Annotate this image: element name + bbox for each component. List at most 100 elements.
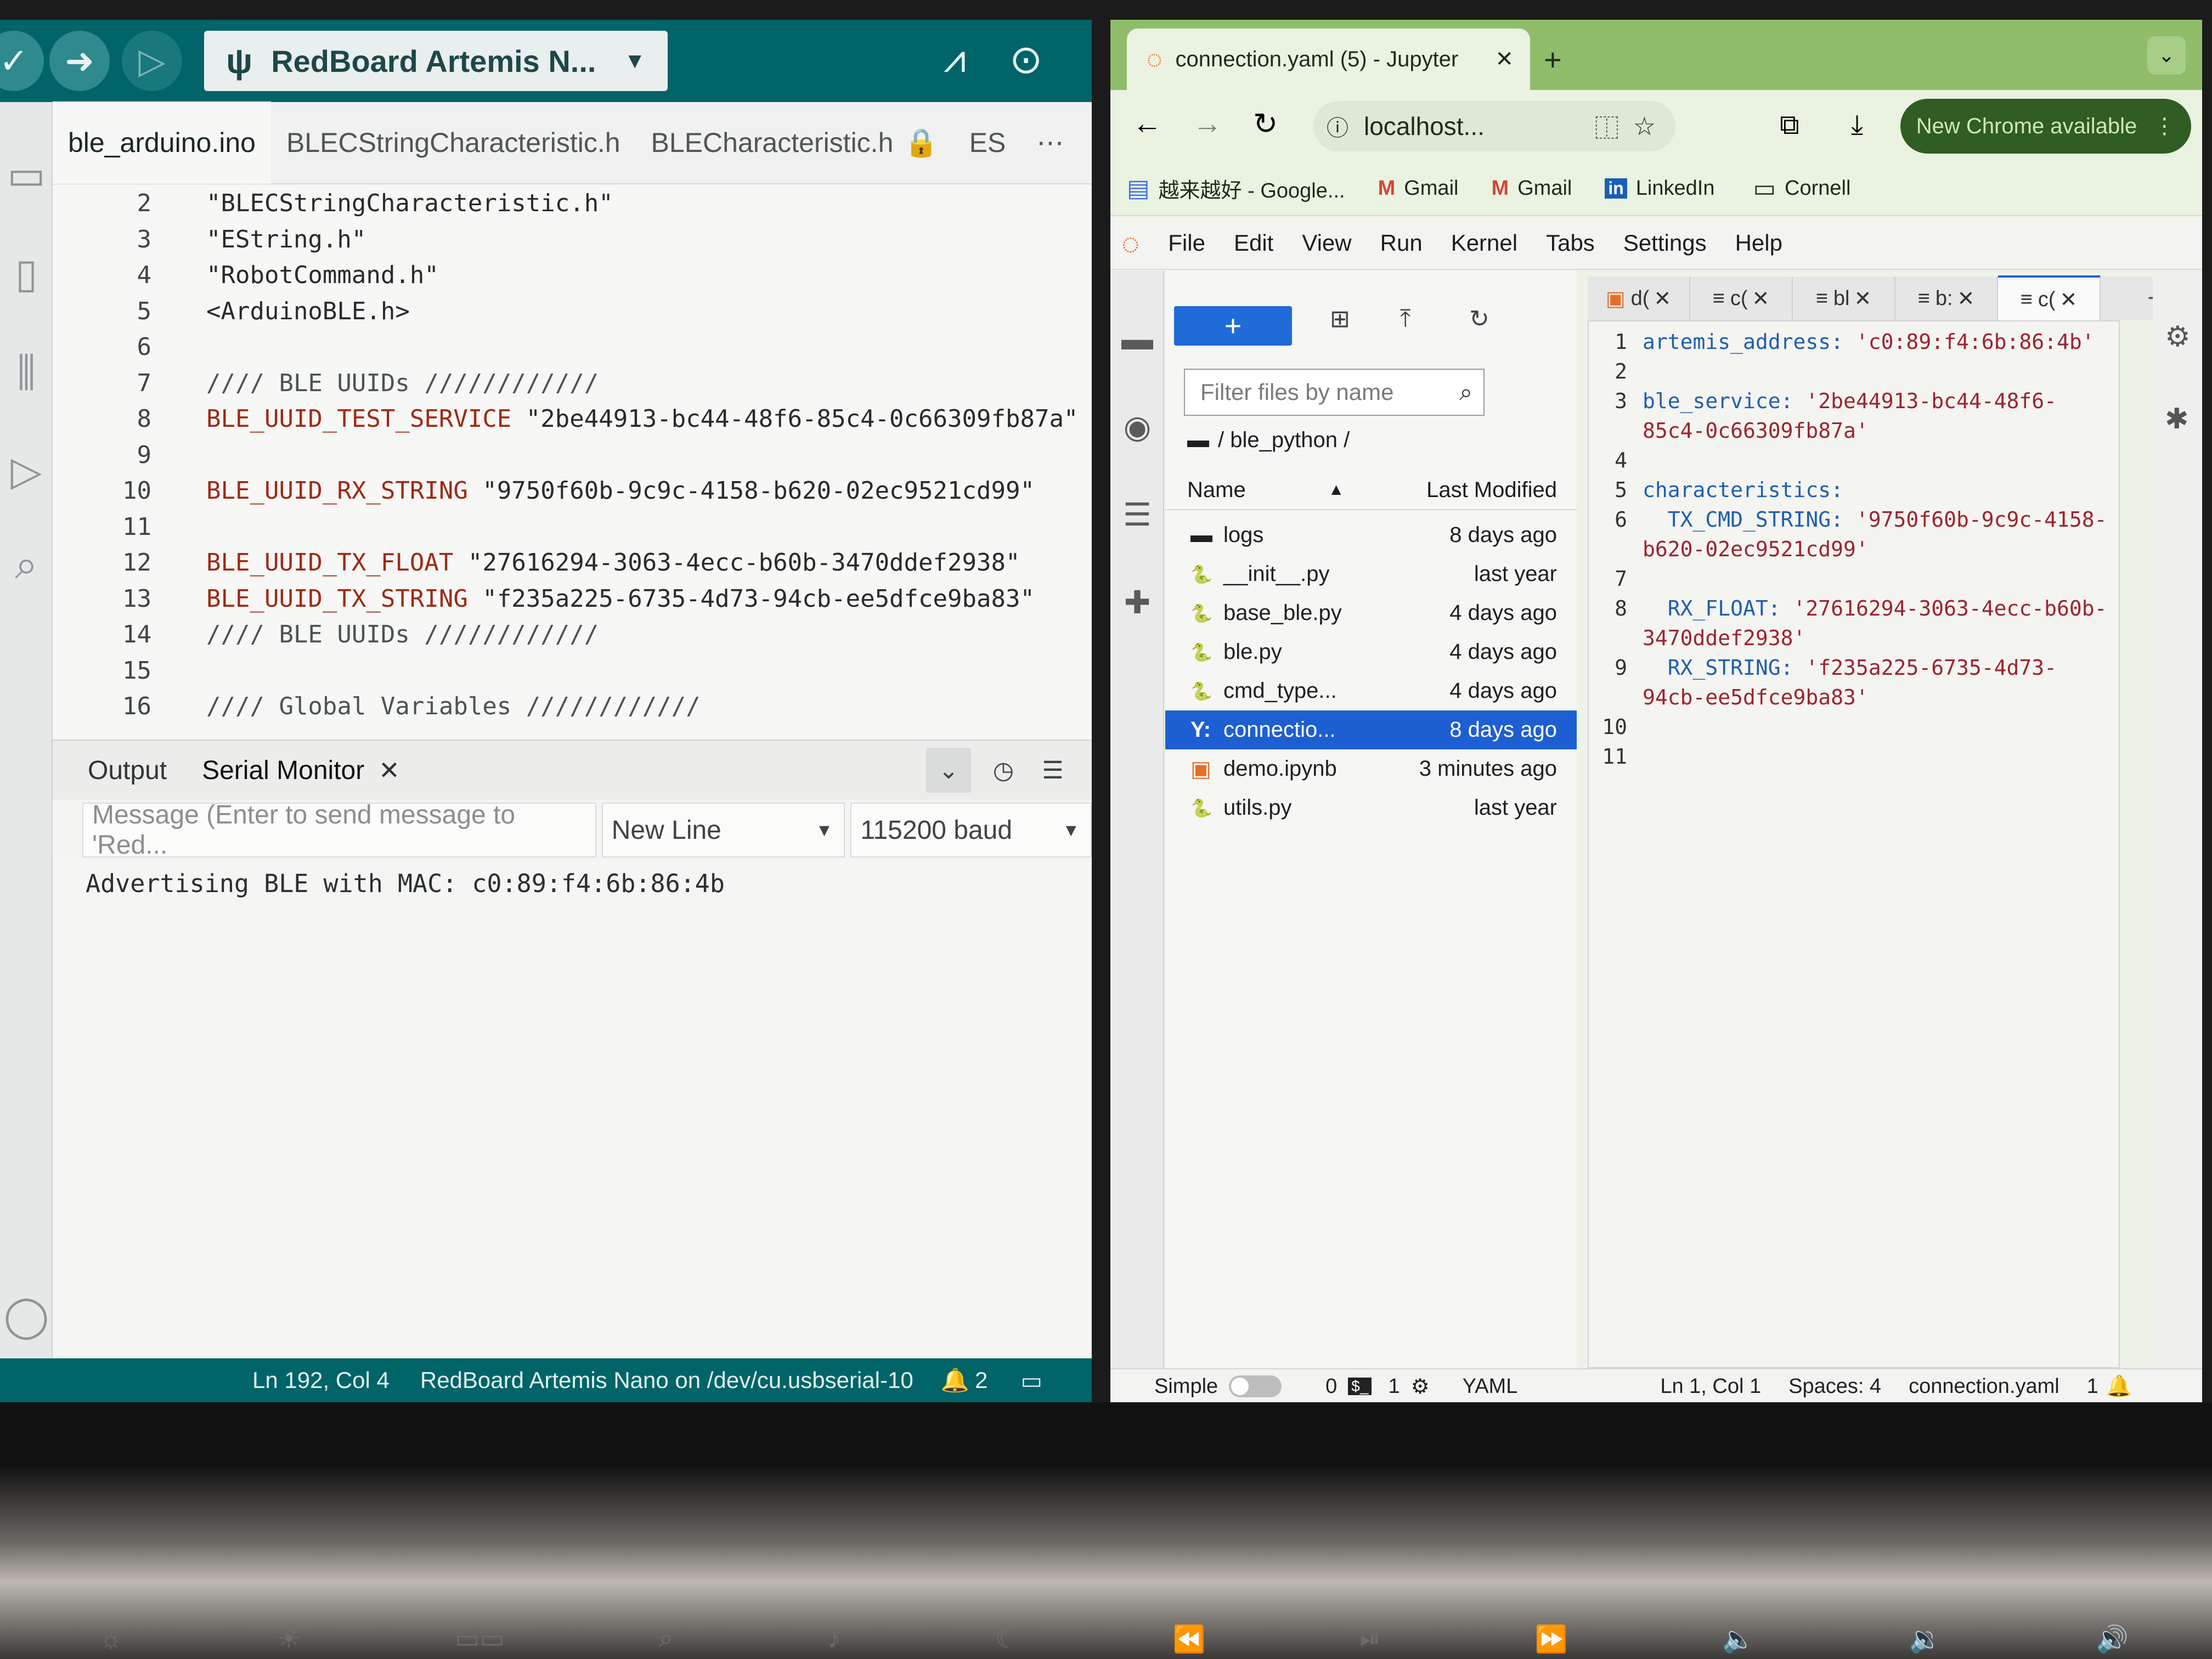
debug-button[interactable]: ▷ <box>122 31 182 91</box>
file-row[interactable]: 🐍 __init__.py last year <box>1165 555 1577 594</box>
menu-settings[interactable]: Settings <box>1623 230 1707 256</box>
yaml-editor[interactable]: 1 artemis_address: 'c0:89:f4:6b:86:4b' 2 3 b… <box>1588 320 2120 1368</box>
editor-cursor-position[interactable]: Ln 1, Col 1 <box>1660 1375 1761 1398</box>
menu-run[interactable]: Run <box>1380 230 1423 256</box>
baud-rate-select[interactable]: 115200 baud ▼ <box>850 803 1092 857</box>
indentation-setting[interactable]: Spaces: 4 <box>1788 1375 1881 1398</box>
close-icon[interactable]: ✕ <box>1654 286 1671 311</box>
library-manager-icon[interactable]: ⫼ <box>0 349 53 397</box>
debug-icon: ▷ <box>138 41 166 81</box>
code-line: 15 <box>53 653 1092 689</box>
document-tab[interactable]: ≡ c(✕ <box>1690 276 1793 320</box>
download-icon[interactable]: ⤓ <box>1851 109 1863 141</box>
file-row[interactable]: ▬ logs 8 days ago <box>1165 516 1577 555</box>
menu-kernel[interactable]: Kernel <box>1451 230 1517 256</box>
sketchbook-icon[interactable]: ▭ <box>0 151 53 199</box>
bookmark-item[interactable]: ▤ 越来越好 - Google... <box>1127 173 1345 204</box>
code-text: "RobotCommand.h" <box>157 257 439 294</box>
file-row[interactable]: 🐍 base_ble.py 4 days ago <box>1165 594 1577 633</box>
column-name[interactable]: Name <box>1187 478 1246 503</box>
more-tabs-button[interactable]: ⋯ <box>1021 101 1079 184</box>
property-inspector-icon[interactable]: ⚙ <box>2165 320 2191 353</box>
close-icon[interactable]: ✕ <box>379 755 400 785</box>
clear-output-button[interactable]: ☰ <box>1030 748 1075 793</box>
table-of-contents-icon[interactable]: ☰ <box>1110 496 1164 533</box>
serial-plotter-icon[interactable]: ⩘ <box>944 36 966 82</box>
menu-file[interactable]: File <box>1168 230 1205 256</box>
document-tab[interactable]: ≡ c(✕ <box>1998 275 2101 321</box>
menu-view[interactable]: View <box>1302 230 1351 256</box>
serial-message-input[interactable]: Message (Enter to send message to 'Red..… <box>82 800 596 860</box>
bookmark-item[interactable]: M Gmail <box>1491 177 1572 200</box>
file-row[interactable]: Y: connectio... 8 days ago <box>1165 710 1577 749</box>
line-ending-select[interactable]: New Line ▼ <box>601 803 845 857</box>
running-kernels-icon[interactable]: ◉ <box>1110 408 1164 445</box>
update-chrome-button[interactable]: New Chrome available ⋮ <box>1900 99 2191 154</box>
board-selector[interactable]: ψ RedBoard Artemis N... ▼ <box>204 31 668 91</box>
file-modified: 3 minutes ago <box>1419 757 1557 781</box>
close-icon[interactable]: ✕ <box>1752 286 1770 311</box>
debug-sidebar-icon[interactable]: ▷ <box>0 448 53 495</box>
tab-search-button[interactable]: ⌄ <box>2147 36 2186 75</box>
folder-icon[interactable]: ▬ <box>1187 428 1209 453</box>
verify-button[interactable]: ✓ <box>0 31 44 91</box>
file-browser-icon[interactable]: ▬ <box>1110 320 1164 357</box>
file-language[interactable]: YAML <box>1463 1375 1518 1398</box>
debugger-icon[interactable]: ✱ <box>2165 403 2189 436</box>
refresh-icon[interactable]: ↻ <box>1469 305 1489 333</box>
tab-estring[interactable]: ES <box>954 101 1022 184</box>
extensions-icon[interactable]: ⧉ <box>1780 109 1799 141</box>
file-row[interactable]: 🐍 ble.py 4 days ago <box>1165 633 1577 672</box>
file-row[interactable]: 🐍 cmd_type... 4 days ago <box>1165 672 1577 710</box>
forward-icon[interactable]: → <box>1193 106 1222 140</box>
menu-help[interactable]: Help <box>1735 230 1782 256</box>
file-row[interactable]: 🐍 utils.py last year <box>1165 788 1577 827</box>
tab-blecstring[interactable]: BLECStringCharacteristic.h <box>271 101 636 184</box>
reload-icon[interactable]: ↻ <box>1253 106 1278 141</box>
document-tab[interactable]: ▣ d(✕ <box>1588 276 1690 320</box>
address-bar[interactable]: ⓘ localhost... ⿰ ☆ <box>1313 101 1675 151</box>
bookmark-item[interactable]: ▭ Cornell <box>1753 174 1850 202</box>
code-line: 14 //// BLE UUIDs //////////// <box>53 617 1092 653</box>
close-icon[interactable]: ✕ <box>2060 287 2078 312</box>
upload-icon[interactable]: ⤒ <box>1400 305 1410 332</box>
tab-ble-arduino[interactable]: ble_arduino.ino <box>53 101 271 184</box>
simple-mode-toggle[interactable] <box>1229 1375 1282 1397</box>
upload-button[interactable]: ➜ <box>49 31 110 91</box>
file-filter-input[interactable]: Filter files by name ⌕ <box>1184 369 1485 416</box>
profile-icon[interactable]: ◯ <box>0 1293 53 1340</box>
search-icon[interactable]: ⌕ <box>0 541 53 589</box>
document-tab[interactable]: ≡ b: ✕ <box>1895 276 1998 320</box>
new-folder-icon[interactable]: ⊞ <box>1330 305 1350 333</box>
new-launcher-button[interactable]: + <box>1174 306 1292 346</box>
bookmark-star-icon[interactable]: ☆ <box>1633 111 1656 141</box>
close-icon[interactable]: ✕ <box>1495 47 1514 72</box>
column-last-modified[interactable]: Last Modified <box>1426 478 1557 503</box>
boards-manager-icon[interactable]: ▯ <box>0 250 53 297</box>
tab-serial-monitor[interactable]: Serial Monitor <box>202 755 364 786</box>
tab-blecharacteristic[interactable]: BLECharacteristic.h 🔒 <box>636 101 954 184</box>
timestamp-button[interactable]: ◷ <box>981 748 1026 793</box>
file-row[interactable]: ▣ demo.ipynb 3 minutes ago <box>1165 749 1577 788</box>
browser-tab[interactable]: ◌ connection.yaml (5) - Jupyter ✕ <box>1127 29 1530 90</box>
tab-output[interactable]: Output <box>88 755 167 786</box>
toggle-panel-icon[interactable]: ▭ <box>1020 1367 1042 1394</box>
bookmark-item[interactable]: M Gmail <box>1378 177 1459 200</box>
bell-icon[interactable]: 🔔 <box>941 1367 969 1394</box>
extensions-puzzle-icon[interactable]: ✚ <box>1110 584 1164 621</box>
bell-icon[interactable]: 🔔 <box>2106 1374 2132 1398</box>
document-tab[interactable]: ≡ bl ✕ <box>1793 276 1895 320</box>
close-icon[interactable]: ✕ <box>1957 286 1975 311</box>
back-icon[interactable]: ← <box>1132 106 1162 140</box>
menu-tabs[interactable]: Tabs <box>1546 230 1595 256</box>
translate-icon[interactable]: ⿰ <box>1595 109 1619 144</box>
bookmark-item[interactable]: in LinkedIn <box>1605 177 1714 200</box>
code-editor[interactable]: 2 "BLECStringCharacteristic.h" 3 "EString.h… <box>53 185 1092 740</box>
menu-edit[interactable]: Edit <box>1234 230 1273 256</box>
close-icon[interactable]: ✕ <box>1854 286 1871 311</box>
autoscroll-button[interactable]: ⌄ <box>926 748 971 793</box>
breadcrumb-path[interactable]: / ble_python / <box>1218 428 1350 453</box>
site-info-icon[interactable]: ⓘ <box>1327 110 1348 142</box>
serial-monitor-icon[interactable]: ⊙ <box>1009 36 1042 82</box>
new-tab-button[interactable]: + <box>1544 42 1562 77</box>
